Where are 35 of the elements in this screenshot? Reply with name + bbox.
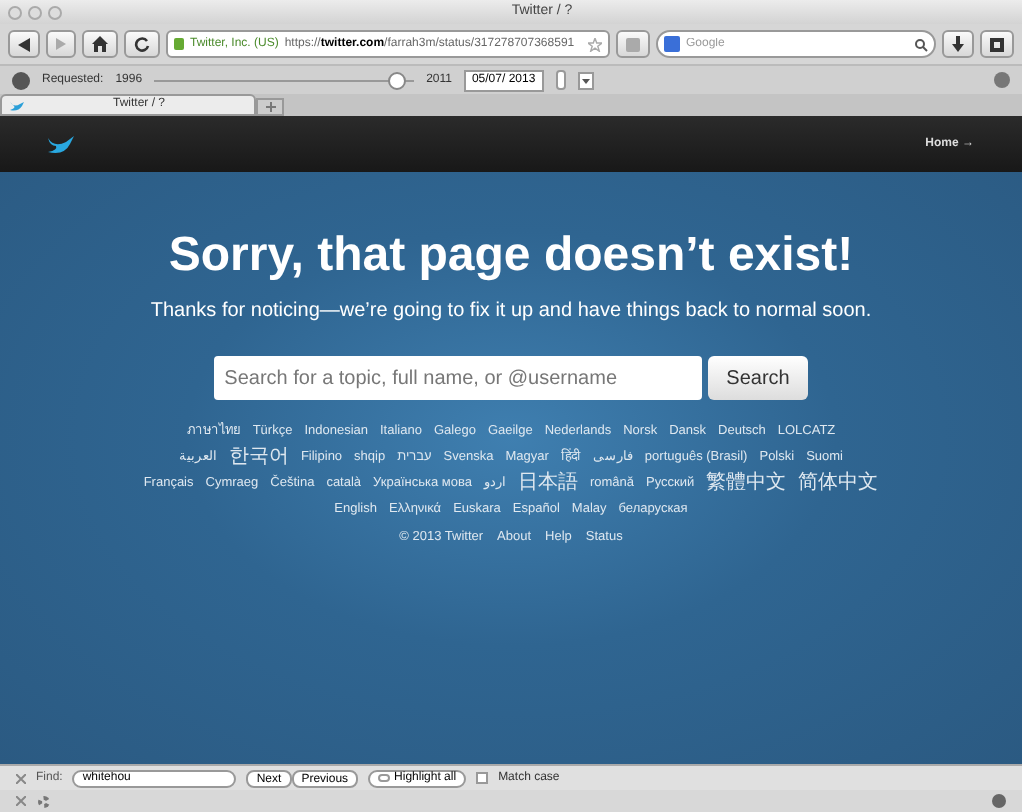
plus-icon: [265, 102, 275, 112]
language-link[interactable]: 한국어: [228, 446, 289, 468]
search-field[interactable]: Search for a topic, full name, or @username: [214, 356, 703, 400]
reload-button[interactable]: [124, 30, 160, 58]
download-button[interactable]: [942, 30, 974, 58]
error-message: Thanks for noticing—we’re going to fix it up and have things back to normal soon.: [150, 298, 872, 326]
bird-icon: [10, 99, 24, 111]
reload-icon: [134, 36, 150, 52]
error-heading: Sorry, that page doesn’t exist!: [168, 232, 854, 280]
forward-arrow-icon: [56, 38, 66, 50]
dropdown-caret-icon[interactable]: [577, 71, 594, 89]
lock-icon: [174, 38, 184, 50]
back-button[interactable]: [8, 30, 40, 58]
slider-thumb[interactable]: [387, 71, 406, 89]
match-case-checkbox[interactable]: [476, 772, 489, 784]
stepper-icon[interactable]: [555, 70, 566, 90]
close-icon[interactable]: [16, 796, 26, 806]
star-icon[interactable]: [588, 37, 602, 51]
search-engine-logo-icon: [664, 36, 680, 52]
close-icon[interactable]: [16, 773, 26, 783]
back-arrow-icon: [18, 37, 30, 51]
home-icon: [92, 36, 108, 52]
year-slider[interactable]: [154, 71, 415, 89]
window-icon: [990, 37, 1004, 51]
language-link[interactable]: 日本語: [517, 472, 578, 494]
download-icon: [952, 36, 964, 52]
feed-button[interactable]: [616, 30, 650, 58]
search-icon: [914, 37, 928, 51]
bird-logo-icon: [48, 133, 74, 155]
new-tab-button[interactable]: [256, 98, 284, 116]
language-link[interactable]: 繁體中文: [706, 472, 787, 494]
language-link[interactable]: 简体中文: [798, 472, 879, 494]
home-button[interactable]: [82, 30, 118, 58]
menu-button[interactable]: [980, 30, 1014, 58]
search-button[interactable]: Search: [708, 356, 808, 400]
